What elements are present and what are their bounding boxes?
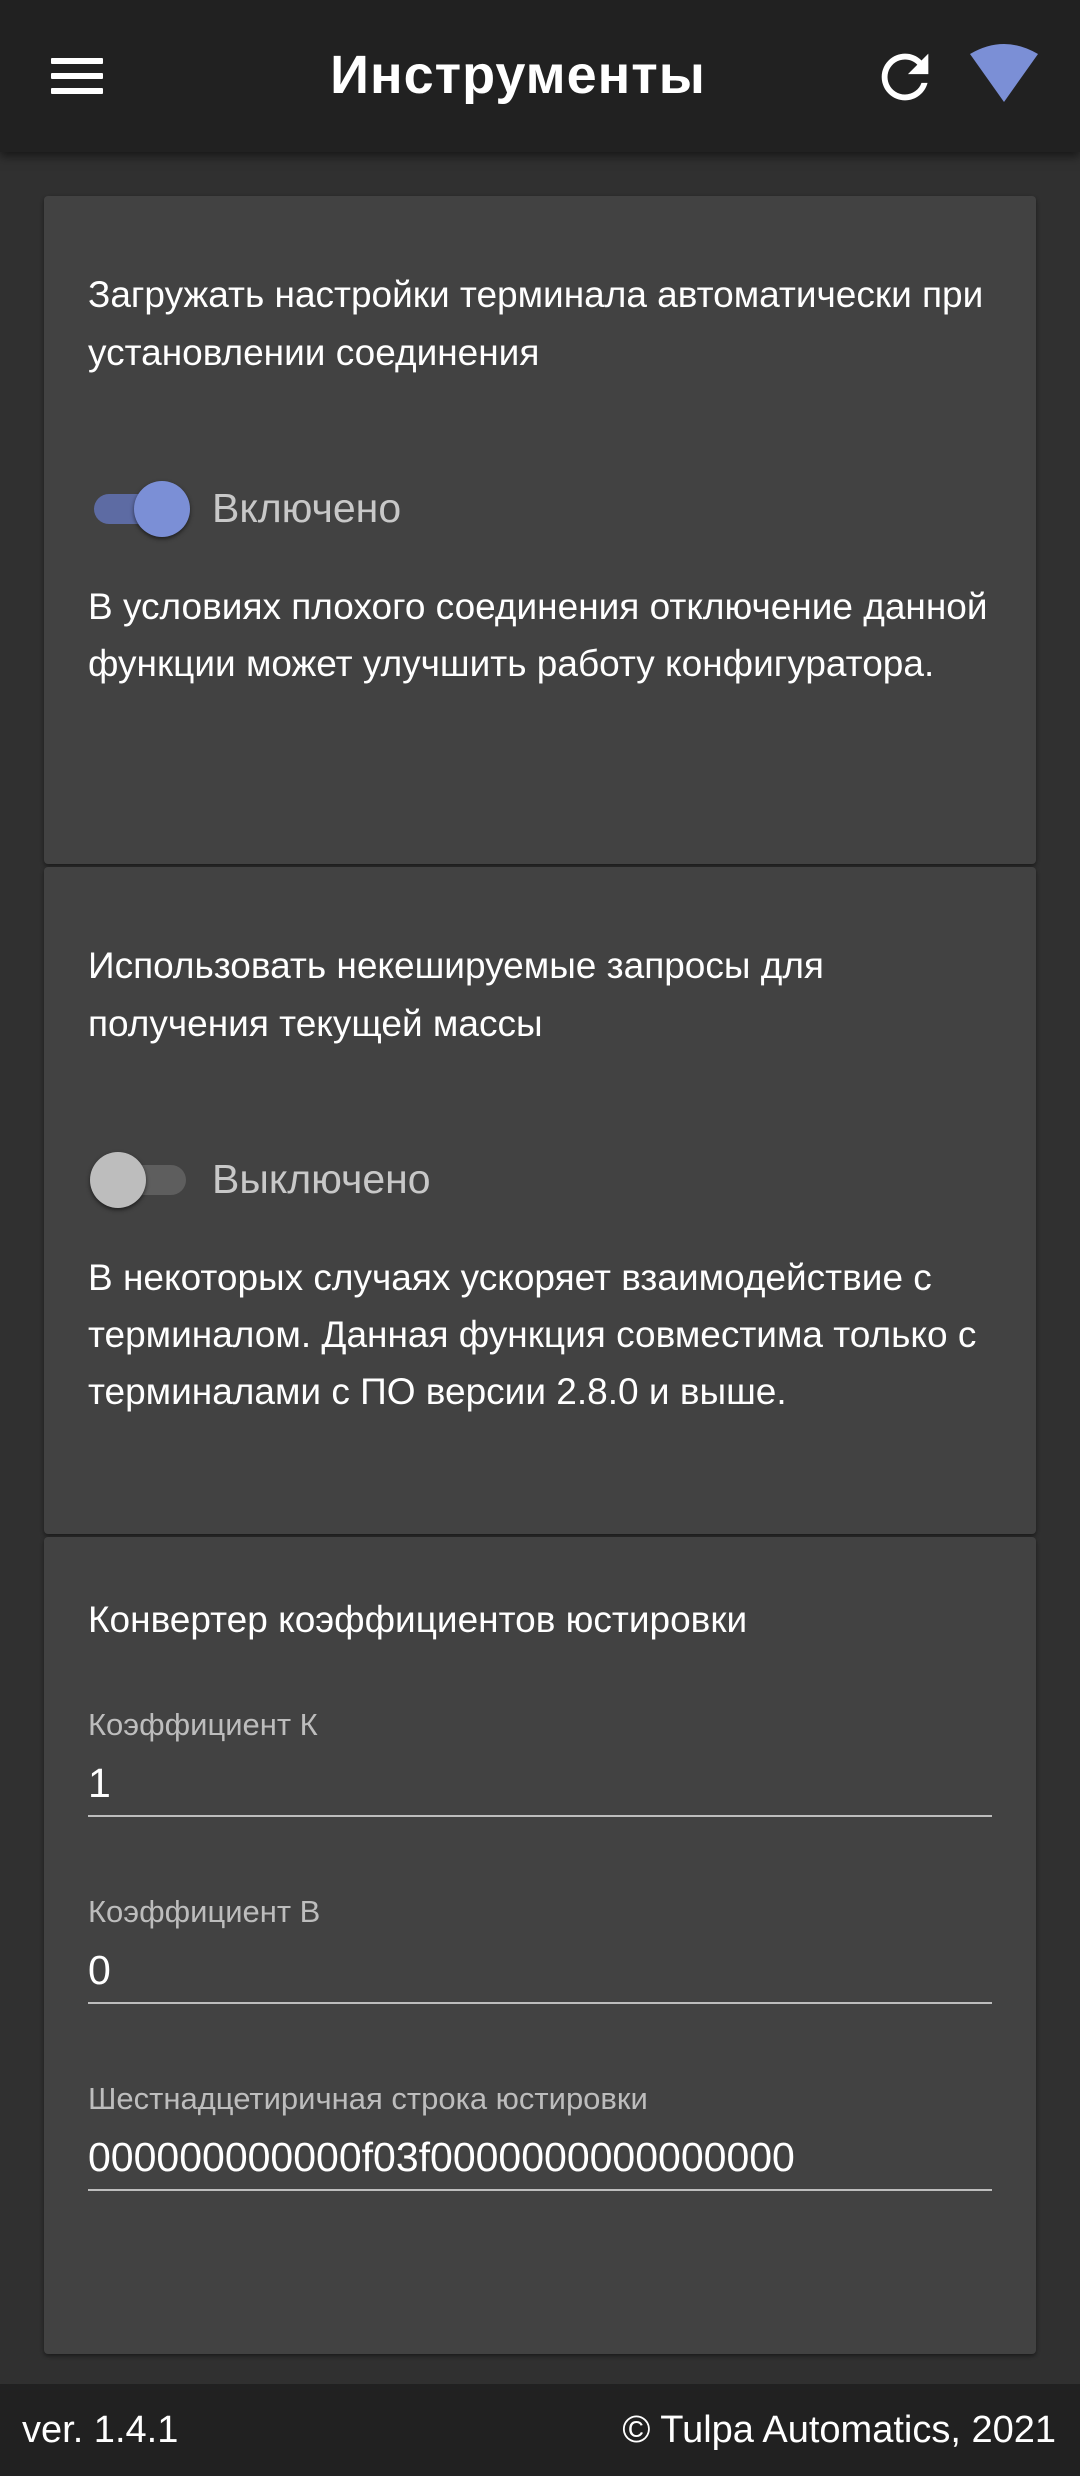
- converter-title: Конвертер коэффициентов юстировки: [88, 1599, 748, 1640]
- setting-description: В условиях плохого соединения отключение…: [88, 586, 988, 684]
- hex-string-field: Шестнадцетиричная строка юстировки: [88, 2081, 992, 2268]
- refresh-button[interactable]: [870, 42, 940, 112]
- refresh-icon: [881, 53, 929, 101]
- field-label: Коэффициент В: [88, 1894, 321, 1929]
- coefficient-b-input[interactable]: [88, 1938, 992, 2004]
- settings-list: Загружать настройки терминала автоматиче…: [44, 196, 1036, 2354]
- setting-description: В некоторых случаях ускоряет взаимодейст…: [88, 1257, 977, 1412]
- toggle-switch[interactable]: [90, 1149, 188, 1209]
- footer: ver. 1.4.1 © Tulpa Automatics, 2021: [0, 2384, 1080, 2476]
- toggle-switch[interactable]: [92, 478, 190, 538]
- auto-load-toggle[interactable]: Включено: [88, 448, 992, 568]
- field-label: Коэффициент К: [88, 1707, 318, 1742]
- toggle-state-label: Включено: [212, 484, 402, 531]
- copyright-label: © Tulpa Automatics, 2021: [622, 2409, 1056, 2451]
- version-label: ver. 1.4.1: [22, 2409, 179, 2451]
- calibration-converter-card: Конвертер коэффициентов юстировки Коэффи…: [44, 1537, 1036, 2354]
- setting-title: Использовать некешируемые запросы для по…: [88, 945, 824, 1044]
- connection-status-button[interactable]: [966, 40, 1042, 110]
- coefficient-b-field: Коэффициент В: [88, 1894, 992, 2081]
- hex-string-input[interactable]: [88, 2125, 992, 2191]
- coefficient-k-input[interactable]: [88, 1751, 992, 1817]
- uncached-requests-card: Использовать некешируемые запросы для по…: [44, 867, 1036, 1534]
- switch-thumb: [134, 481, 190, 537]
- wifi-icon: [970, 44, 1038, 102]
- coefficient-k-field: Коэффициент К: [88, 1707, 992, 1894]
- setting-title: Загружать настройки терминала автоматиче…: [88, 274, 984, 373]
- field-label: Шестнадцетиричная строка юстировки: [88, 2081, 648, 2116]
- uncached-requests-toggle[interactable]: Выключено: [88, 1119, 992, 1239]
- auto-load-settings-card: Загружать настройки терминала автоматиче…: [44, 196, 1036, 864]
- toggle-state-label: Выключено: [212, 1155, 431, 1202]
- switch-thumb: [90, 1152, 146, 1208]
- app-bar: Инструменты: [0, 0, 1080, 152]
